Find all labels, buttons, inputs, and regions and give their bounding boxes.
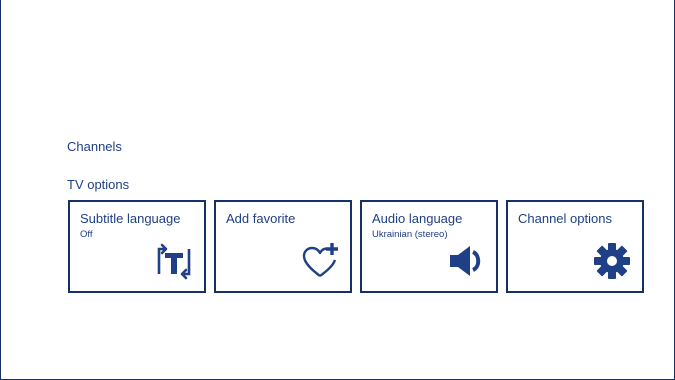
add-favorite-card[interactable]: Add favorite [214,200,352,293]
gear-icon [592,241,632,281]
card-title: Add favorite [226,211,296,226]
card-title: Channel options [518,211,612,226]
tv-options-screen: Channels TV options Subtitle language Of… [0,0,675,380]
speaker-icon [446,241,486,281]
card-value: Ukrainian (stereo) [372,229,448,240]
card-value: Off [80,229,93,240]
tv-options-section-label: TV options [67,177,130,192]
heart-plus-icon [300,241,340,281]
channel-options-card[interactable]: Channel options [506,200,644,293]
audio-language-card[interactable]: Audio language Ukrainian (stereo) [360,200,498,293]
subtitle-t-icon [154,241,194,281]
subtitle-language-card[interactable]: Subtitle language Off [68,200,206,293]
channels-section-label[interactable]: Channels [67,139,122,154]
card-title: Audio language [372,211,463,226]
card-title: Subtitle language [80,211,181,226]
